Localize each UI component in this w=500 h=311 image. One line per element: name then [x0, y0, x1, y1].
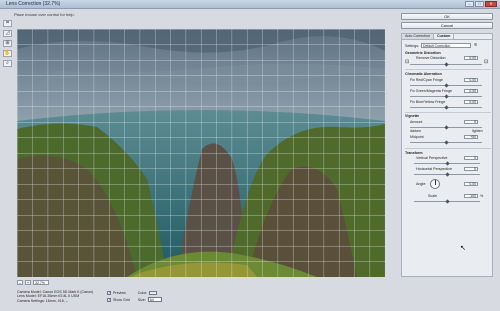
image-preview[interactable]: [17, 29, 385, 277]
scale-label: Scale: [428, 194, 437, 198]
window-controls: – □ ✕: [465, 1, 497, 7]
move-grid-tool-icon[interactable]: ⊞: [3, 40, 12, 47]
pincushion-icon: ⊡: [484, 59, 489, 65]
settings-label: Settings:: [405, 44, 419, 48]
divider: [405, 112, 491, 113]
amount-field[interactable]: 0: [464, 120, 478, 124]
red-cyan-field[interactable]: 0.00: [464, 78, 478, 82]
vignette-heading: Vignette: [405, 114, 420, 118]
hand-tool-icon[interactable]: ✋: [3, 50, 12, 57]
midpoint-thumb[interactable]: [444, 140, 449, 145]
green-magenta-thumb[interactable]: [444, 94, 449, 99]
cancel-button[interactable]: Cancel: [401, 22, 493, 29]
darken-label: darken: [410, 129, 421, 133]
midpoint-field[interactable]: +50: [464, 135, 478, 139]
red-cyan-thumb[interactable]: [444, 83, 449, 88]
green-magenta-field[interactable]: 0.00: [464, 89, 478, 93]
remove-distortion-label: Remove Distortion: [416, 56, 446, 60]
ok-button[interactable]: OK: [401, 13, 493, 20]
scale-thumb[interactable]: [445, 199, 450, 204]
maximize-button[interactable]: □: [475, 1, 484, 7]
transform-heading: Transform: [405, 151, 423, 155]
grid-color-swatch[interactable]: [149, 291, 158, 295]
size-label: Size:: [137, 297, 146, 302]
show-grid-label: Show Grid: [113, 297, 130, 302]
scale-field[interactable]: 100: [464, 194, 478, 198]
preview-options: ✓ Preview Color: ✓ Show Grid Size: 64: [107, 291, 162, 304]
tab-auto-correction[interactable]: Auto Correction: [402, 34, 434, 39]
remove-distortion-tool-icon[interactable]: ⌗: [3, 20, 12, 27]
remove-distortion-field[interactable]: 0.00: [464, 56, 478, 60]
blue-yellow-thumb[interactable]: [444, 105, 449, 110]
settings-select[interactable]: Default Correction: [421, 43, 471, 48]
distortion-icon: ⊡: [405, 59, 410, 65]
preview-checkbox[interactable]: ✓: [107, 291, 111, 295]
horizontal-perspective-thumb[interactable]: [445, 172, 450, 177]
vertical-perspective-field[interactable]: 0: [464, 156, 478, 160]
show-grid-checkbox[interactable]: ✓: [107, 297, 111, 302]
angle-dial[interactable]: [430, 179, 440, 189]
horizontal-perspective-label: Horizontal Perspective: [416, 167, 452, 171]
tab-custom[interactable]: Custom: [433, 34, 455, 39]
landscape-photo: [17, 29, 385, 277]
settings-panel: Auto Correction Custom Settings: Default…: [401, 33, 493, 277]
vertical-perspective-thumb[interactable]: [445, 161, 450, 166]
blue-yellow-label: Fix Blue/Yellow Fringe: [410, 100, 446, 104]
green-magenta-label: Fix Green/Magenta Fringe: [410, 89, 452, 93]
zoom-controls: – + 32.7%: [17, 280, 49, 285]
remove-distortion-thumb[interactable]: [444, 62, 449, 67]
window-title: Lens Correction (32.7%): [6, 1, 61, 7]
zoom-out-button[interactable]: –: [17, 280, 23, 285]
geometric-heading: Geometric Distortion: [405, 51, 441, 55]
dialog-actions: OK Cancel: [401, 13, 493, 31]
midpoint-label: Midpoint: [410, 135, 424, 139]
amount-thumb[interactable]: [444, 125, 449, 130]
divider: [405, 148, 491, 149]
title-bar: Lens Correction (32.7%) – □ ✕: [0, 0, 500, 9]
help-hint: Place mouse over control for help.: [14, 12, 75, 17]
vertical-perspective-label: Vertical Perspective: [416, 156, 448, 160]
tool-palette: ⌗ ◿ ⊞ ✋ ⌕: [3, 20, 13, 67]
zoom-in-button[interactable]: +: [25, 280, 31, 285]
panel-tabs: Auto Correction Custom: [402, 34, 492, 40]
settings-menu-icon[interactable]: ☰: [474, 43, 477, 47]
angle-label: Angle:: [416, 182, 427, 186]
divider: [405, 69, 491, 70]
angle-field[interactable]: 0.00: [464, 182, 478, 186]
chromatic-heading: Chromatic Aberration: [405, 72, 442, 76]
straighten-tool-icon[interactable]: ◿: [3, 30, 12, 37]
mouse-cursor-icon: ↖: [460, 245, 466, 252]
minimize-button[interactable]: –: [465, 1, 474, 7]
amount-label: Amount: [410, 120, 423, 124]
color-label: Color:: [137, 291, 148, 295]
camera-settings: Camera Settings: 16mm, f/16, –: [17, 298, 68, 303]
zoom-level-select[interactable]: 32.7%: [33, 280, 49, 285]
lighten-label: lighten: [472, 129, 483, 133]
camera-info: Camera Model: Canon EOS 5D Mark II (Cano…: [17, 290, 93, 303]
horizontal-perspective-field[interactable]: 0: [464, 167, 478, 171]
grid-size-field[interactable]: 64: [147, 297, 162, 302]
red-cyan-label: Fix Red/Cyan Fringe: [410, 78, 443, 82]
preview-label: Preview: [113, 291, 126, 295]
close-button[interactable]: ✕: [485, 1, 497, 7]
blue-yellow-field[interactable]: 0.00: [464, 100, 478, 104]
scale-unit: %: [480, 194, 484, 198]
zoom-tool-icon[interactable]: ⌕: [3, 60, 12, 67]
